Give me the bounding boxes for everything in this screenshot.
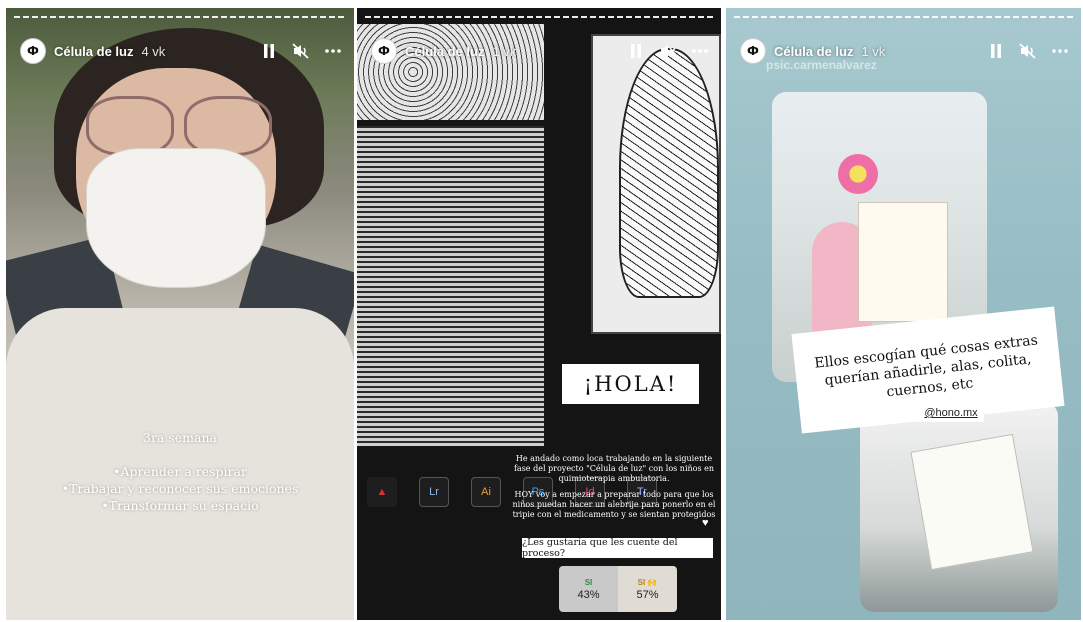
story-controls — [260, 42, 342, 60]
story-controls — [987, 42, 1069, 60]
lightroom-icon: Lr — [419, 477, 449, 507]
account-name[interactable]: Célula de luz — [774, 44, 853, 59]
paragraph-1: He andado como loca trabajando en la sig… — [513, 454, 715, 483]
account-avatar[interactable]: Ф — [740, 38, 766, 64]
story-text-overlay: 3ra semana •Aprender a respirar •Trabaja… — [6, 429, 354, 514]
bullet-item: •Trabajar y reconocer sus emociones — [61, 481, 299, 496]
story-card-3[interactable]: Ф Célula de luz 1 vk psic.carmenalvarez … — [726, 8, 1081, 620]
story-card-2[interactable]: Ф Célula de luz 1 vk ¡HOLA! ▲ Lr Ai Ps I… — [357, 8, 721, 620]
bullet-item: •Transformar su espacio — [101, 498, 259, 513]
mention-tag[interactable]: @hono.mx — [918, 404, 984, 422]
poll-option-yes[interactable]: SI 43% — [559, 566, 618, 612]
story-card-1[interactable]: Ф Célula de luz 4 vk 3ra semana •Aprende… — [6, 8, 354, 620]
greeting-sticker: ¡HOLA! — [562, 364, 699, 404]
account-name[interactable]: Célula de luz — [54, 44, 133, 59]
bear-drawing — [619, 48, 719, 298]
story-progress-bar — [14, 16, 346, 18]
account-name[interactable]: Célula de luz — [405, 44, 484, 59]
alebrije-drawing-1 — [858, 202, 948, 322]
flower-sticker-icon — [838, 154, 878, 194]
story-time: 4 vk — [141, 43, 166, 59]
heart-icon: ♥ — [702, 517, 709, 529]
more-icon[interactable] — [1051, 42, 1069, 60]
story-description: He andado como loca trabajando en la sig… — [509, 454, 719, 520]
poll-sticker: SI 43% SI 🙌 57% — [559, 566, 677, 612]
bullet-item: •Aprender a respirar — [113, 464, 247, 479]
story-header: Ф Célula de luz 4 vk — [20, 38, 342, 64]
poll-option-yes-emoji[interactable]: SI 🙌 57% — [618, 566, 677, 612]
illustrator-icon: Ai — [471, 477, 501, 507]
account-avatar[interactable]: Ф — [20, 38, 46, 64]
poll-option-label: SI 🙌 — [637, 577, 658, 587]
poll-option-percent: 57% — [636, 588, 659, 601]
account-avatar[interactable]: Ф — [371, 38, 397, 64]
adobe-tool-icon: ▲ — [367, 477, 397, 507]
poll-option-label: SI — [584, 577, 593, 587]
pause-icon[interactable] — [987, 42, 1005, 60]
story-progress-bar — [365, 16, 713, 18]
mute-icon[interactable] — [292, 42, 310, 60]
story-time: 1 vk — [861, 43, 886, 59]
face-mask — [86, 148, 266, 288]
week-title: 3ra semana — [143, 430, 217, 445]
alebrije-drawing-2 — [910, 433, 1034, 571]
glasses-left-lens — [86, 96, 174, 156]
story-header: Ф Célula de luz 1 vk — [371, 38, 709, 64]
volume-off-icon[interactable] — [659, 42, 677, 60]
more-icon[interactable] — [324, 42, 342, 60]
pause-icon[interactable] — [260, 42, 278, 60]
mute-icon[interactable] — [1019, 42, 1037, 60]
story-progress-bar — [734, 16, 1073, 18]
pause-icon[interactable] — [627, 42, 645, 60]
pattern-board-hearts — [357, 126, 544, 446]
reposted-handle: psic.carmenalvarez — [766, 58, 877, 72]
poll-option-percent: 43% — [577, 588, 600, 601]
story-controls — [627, 42, 709, 60]
text-spacer — [6, 446, 354, 463]
more-icon[interactable] — [691, 42, 709, 60]
clinic-photo-2 — [860, 402, 1058, 612]
glasses-right-lens — [184, 96, 272, 156]
story-time: 1 vk — [492, 43, 517, 59]
question-sticker: ¿Les gustaría que les cuente del proceso… — [522, 537, 713, 559]
paragraph-2: HOY voy a empezar a preparar todo para q… — [512, 490, 716, 519]
